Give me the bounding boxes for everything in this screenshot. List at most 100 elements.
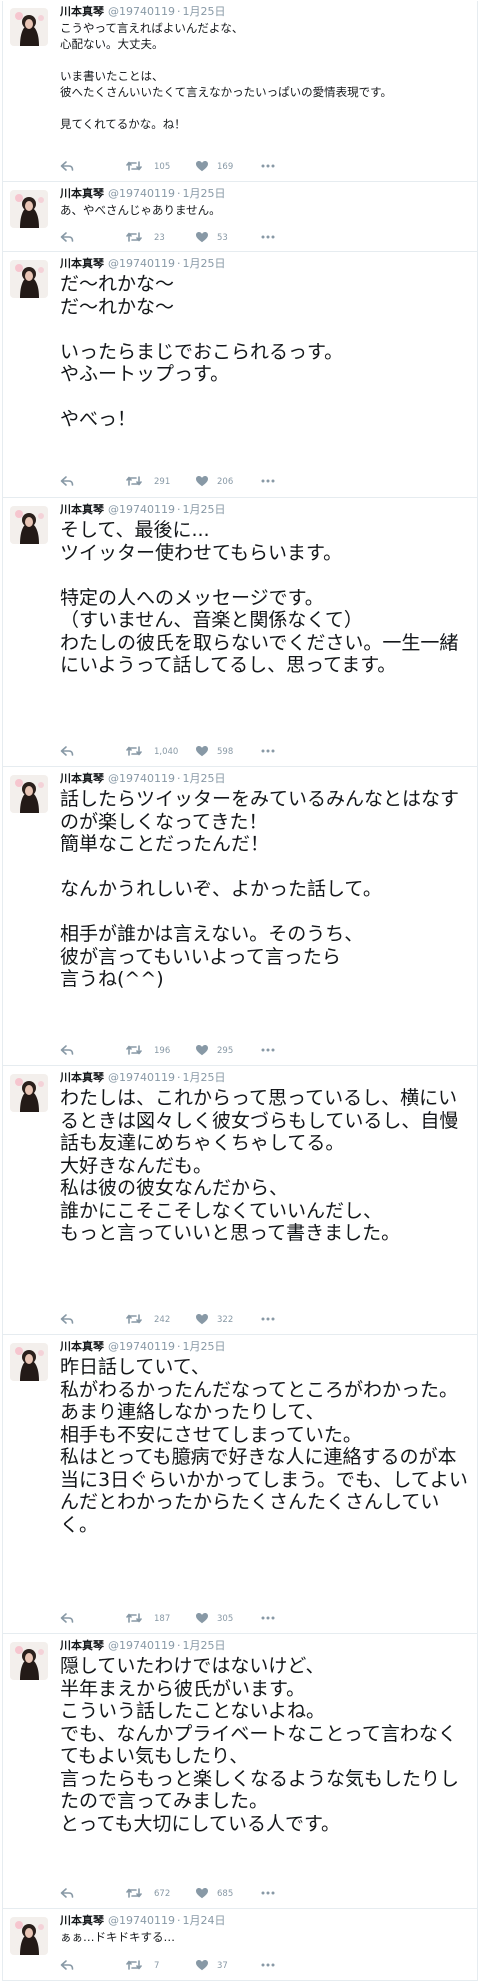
retweet-icon[interactable] <box>125 1312 143 1326</box>
tweet-header: 川本真琴 @19740119 · 1月25日 <box>60 1071 226 1085</box>
author-handle[interactable]: @19740119 <box>108 187 175 200</box>
author-name[interactable]: 川本真琴 <box>60 1340 104 1353</box>
heart-icon[interactable] <box>195 1312 209 1326</box>
author-name[interactable]: 川本真琴 <box>60 1914 104 1927</box>
tweet[interactable]: 川本真琴 @19740119 · 1月25日 あ、やべさんじゃありません。 23 53 <box>3 183 477 252</box>
tweet-actions: 242 322 <box>60 1312 400 1328</box>
heart-icon[interactable] <box>195 1958 209 1972</box>
tweet[interactable]: 川本真琴 @19740119 · 1月24日 ぁぁ…ドキドキする… 7 37 <box>3 1910 477 1981</box>
heart-icon[interactable] <box>195 159 209 173</box>
reply-icon[interactable] <box>60 1611 74 1625</box>
more-dots-icon[interactable] <box>260 1886 276 1900</box>
retweet-icon[interactable] <box>125 1886 143 1900</box>
avatar[interactable] <box>10 1074 48 1112</box>
avatar[interactable] <box>10 506 48 544</box>
heart-icon[interactable] <box>195 1611 209 1625</box>
more-dots-icon[interactable] <box>260 744 276 758</box>
author-handle[interactable]: @19740119 <box>108 1914 175 1927</box>
author-name[interactable]: 川本真琴 <box>60 1071 104 1084</box>
tweet[interactable]: 川本真琴 @19740119 · 1月25日 こうやって言えればよいんだよな、 心配ない… <box>3 1 477 182</box>
like-count: 685 <box>217 1889 234 1899</box>
avatar[interactable] <box>10 1343 48 1381</box>
author-handle[interactable]: @19740119 <box>108 772 175 785</box>
tweet-header: 川本真琴 @19740119 · 1月25日 <box>60 257 226 271</box>
retweet-icon[interactable] <box>125 1043 143 1057</box>
reply-icon[interactable] <box>60 159 74 173</box>
tweet-date[interactable]: 1月24日 <box>183 1914 226 1927</box>
avatar[interactable] <box>10 190 48 228</box>
author-handle[interactable]: @19740119 <box>108 5 175 18</box>
tweet[interactable]: 川本真琴 @19740119 · 1月25日 そして、最後に... ツイッター使わせても… <box>3 499 477 767</box>
reply-icon[interactable] <box>60 474 74 488</box>
more-dots-icon[interactable] <box>260 1611 276 1625</box>
separator-dot: · <box>177 503 181 516</box>
author-name[interactable]: 川本真琴 <box>60 257 104 270</box>
separator-dot: · <box>177 1340 181 1353</box>
tweet[interactable]: 川本真琴 @19740119 · 1月25日 だ〜れかな〜 だ〜れかな〜 いったらまじで… <box>3 253 477 498</box>
reply-icon[interactable] <box>60 230 74 244</box>
heart-icon[interactable] <box>195 744 209 758</box>
tweet-timeline: 川本真琴 @19740119 · 1月25日 こうやって言えればよいんだよな、 心配ない… <box>2 1 478 1981</box>
more-dots-icon[interactable] <box>260 1958 276 1972</box>
retweet-icon[interactable] <box>125 230 143 244</box>
tweet-text: わたしは、これからって思っているし、横にいるときは図々しく彼女づらもしているし、… <box>60 1087 459 1244</box>
tweet-date[interactable]: 1月25日 <box>183 1639 226 1652</box>
tweet-date[interactable]: 1月25日 <box>183 1071 226 1084</box>
retweet-count: 187 <box>154 1614 171 1624</box>
heart-icon[interactable] <box>195 230 209 244</box>
author-name[interactable]: 川本真琴 <box>60 187 104 200</box>
like-count: 305 <box>217 1614 234 1624</box>
tweet-date[interactable]: 1月25日 <box>183 772 226 785</box>
heart-icon[interactable] <box>195 1043 209 1057</box>
avatar[interactable] <box>10 1642 48 1680</box>
author-name[interactable]: 川本真琴 <box>60 503 104 516</box>
heart-icon[interactable] <box>195 474 209 488</box>
avatar[interactable] <box>10 775 48 813</box>
author-handle[interactable]: @19740119 <box>108 1340 175 1353</box>
tweet[interactable]: 川本真琴 @19740119 · 1月25日わたしは、これからって思っているし、横にい… <box>3 1067 477 1335</box>
reply-icon[interactable] <box>60 1312 74 1326</box>
author-name[interactable]: 川本真琴 <box>60 772 104 785</box>
tweet-text: 話したらツイッターをみているみんなとはなすのが楽しくなってきた！ 簡単なことだっ… <box>60 788 460 990</box>
reply-icon[interactable] <box>60 1886 74 1900</box>
like-count: 169 <box>217 162 234 172</box>
reply-icon[interactable] <box>60 1043 74 1057</box>
avatar[interactable] <box>10 1917 48 1955</box>
tweet-date[interactable]: 1月25日 <box>183 503 226 516</box>
more-dots-icon[interactable] <box>260 159 276 173</box>
tweet-actions: 105 169 <box>60 159 400 175</box>
retweet-icon[interactable] <box>125 474 143 488</box>
tweet-date[interactable]: 1月25日 <box>183 5 226 18</box>
author-handle[interactable]: @19740119 <box>108 1071 175 1084</box>
tweet-header: 川本真琴 @19740119 · 1月25日 <box>60 1639 226 1653</box>
tweet-text: ぁぁ…ドキドキする… <box>60 1930 175 1944</box>
more-dots-icon[interactable] <box>260 1043 276 1057</box>
more-dots-icon[interactable] <box>260 1312 276 1326</box>
reply-icon[interactable] <box>60 1958 74 1972</box>
tweet-date[interactable]: 1月25日 <box>183 257 226 270</box>
reply-icon[interactable] <box>60 744 74 758</box>
author-handle[interactable]: @19740119 <box>108 1639 175 1652</box>
avatar[interactable] <box>10 260 48 298</box>
tweet[interactable]: 川本真琴 @19740119 · 1月25日 話したらツイッターをみているみんなとはなす… <box>3 768 477 1066</box>
more-dots-icon[interactable] <box>260 474 276 488</box>
more-dots-icon[interactable] <box>260 230 276 244</box>
retweet-icon[interactable] <box>125 1958 143 1972</box>
tweet[interactable]: 川本真琴 @19740119 · 1月25日 隠していたわけではないけど、 半年まえから… <box>3 1635 477 1909</box>
avatar[interactable] <box>10 8 48 46</box>
heart-icon[interactable] <box>195 1886 209 1900</box>
separator-dot: · <box>177 1071 181 1084</box>
retweet-icon[interactable] <box>125 159 143 173</box>
author-name[interactable]: 川本真琴 <box>60 1639 104 1652</box>
tweet-actions: 672 685 <box>60 1886 400 1902</box>
tweet-date[interactable]: 1月25日 <box>183 187 226 200</box>
tweet-text: 隠していたわけではないけど、 半年まえから彼氏がいます。 こういう話したことない… <box>60 1655 460 1835</box>
author-handle[interactable]: @19740119 <box>108 503 175 516</box>
retweet-icon[interactable] <box>125 744 143 758</box>
tweet-date[interactable]: 1月25日 <box>183 1340 226 1353</box>
tweet-text: 昨日話していて、 私がわるかったんだなってところがわかった。 あまり連絡しなかっ… <box>60 1356 468 1536</box>
retweet-icon[interactable] <box>125 1611 143 1625</box>
tweet[interactable]: 川本真琴 @19740119 · 1月25日昨日話していて、 私がわるかったんだなって… <box>3 1336 477 1634</box>
author-handle[interactable]: @19740119 <box>108 257 175 270</box>
author-name[interactable]: 川本真琴 <box>60 5 104 18</box>
